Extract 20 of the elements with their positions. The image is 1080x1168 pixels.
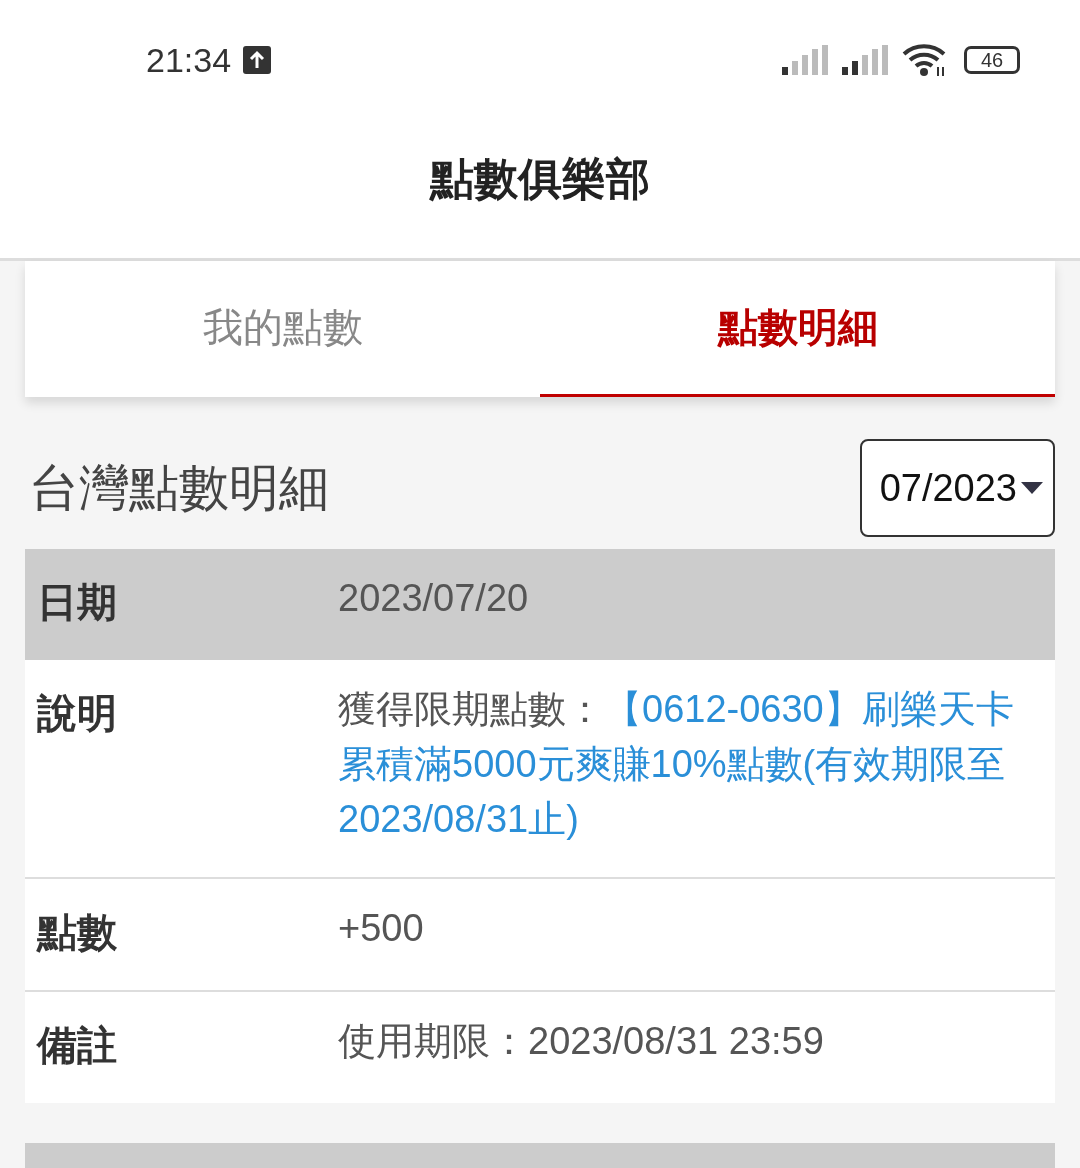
month-select[interactable]: 07/2023 (859, 439, 1055, 537)
signal-icon (842, 45, 890, 75)
field-label: 備註 (37, 1021, 118, 1070)
battery-icon: 46 (964, 46, 1020, 74)
page-title: 點數俱樂部 (430, 152, 650, 206)
field-value: +500 (338, 906, 424, 951)
field-label: 點數 (37, 908, 118, 957)
tab[interactable]: 點數明細 (540, 261, 1055, 397)
section-title: 台灣點數明細 (28, 457, 329, 519)
field-value: 2023/07/20 (338, 576, 529, 621)
signal-icon (782, 45, 830, 75)
tab[interactable]: 我的點數 (25, 261, 540, 397)
field-label: 說明 (37, 689, 118, 738)
caret-icon (1021, 482, 1043, 494)
wifi-icon (902, 43, 948, 77)
status-time: 21:34 (146, 40, 232, 80)
field-label: 日期 (37, 578, 118, 627)
field-value: 使用期限：2023/08/31 23:59 (338, 1019, 824, 1064)
upload-icon (243, 46, 272, 74)
description-text: 獲得限期點數：【0612-0630】刷樂天卡累積滿5000元爽賺10%點數(有效期限至2023/08/31止) (338, 687, 1015, 842)
